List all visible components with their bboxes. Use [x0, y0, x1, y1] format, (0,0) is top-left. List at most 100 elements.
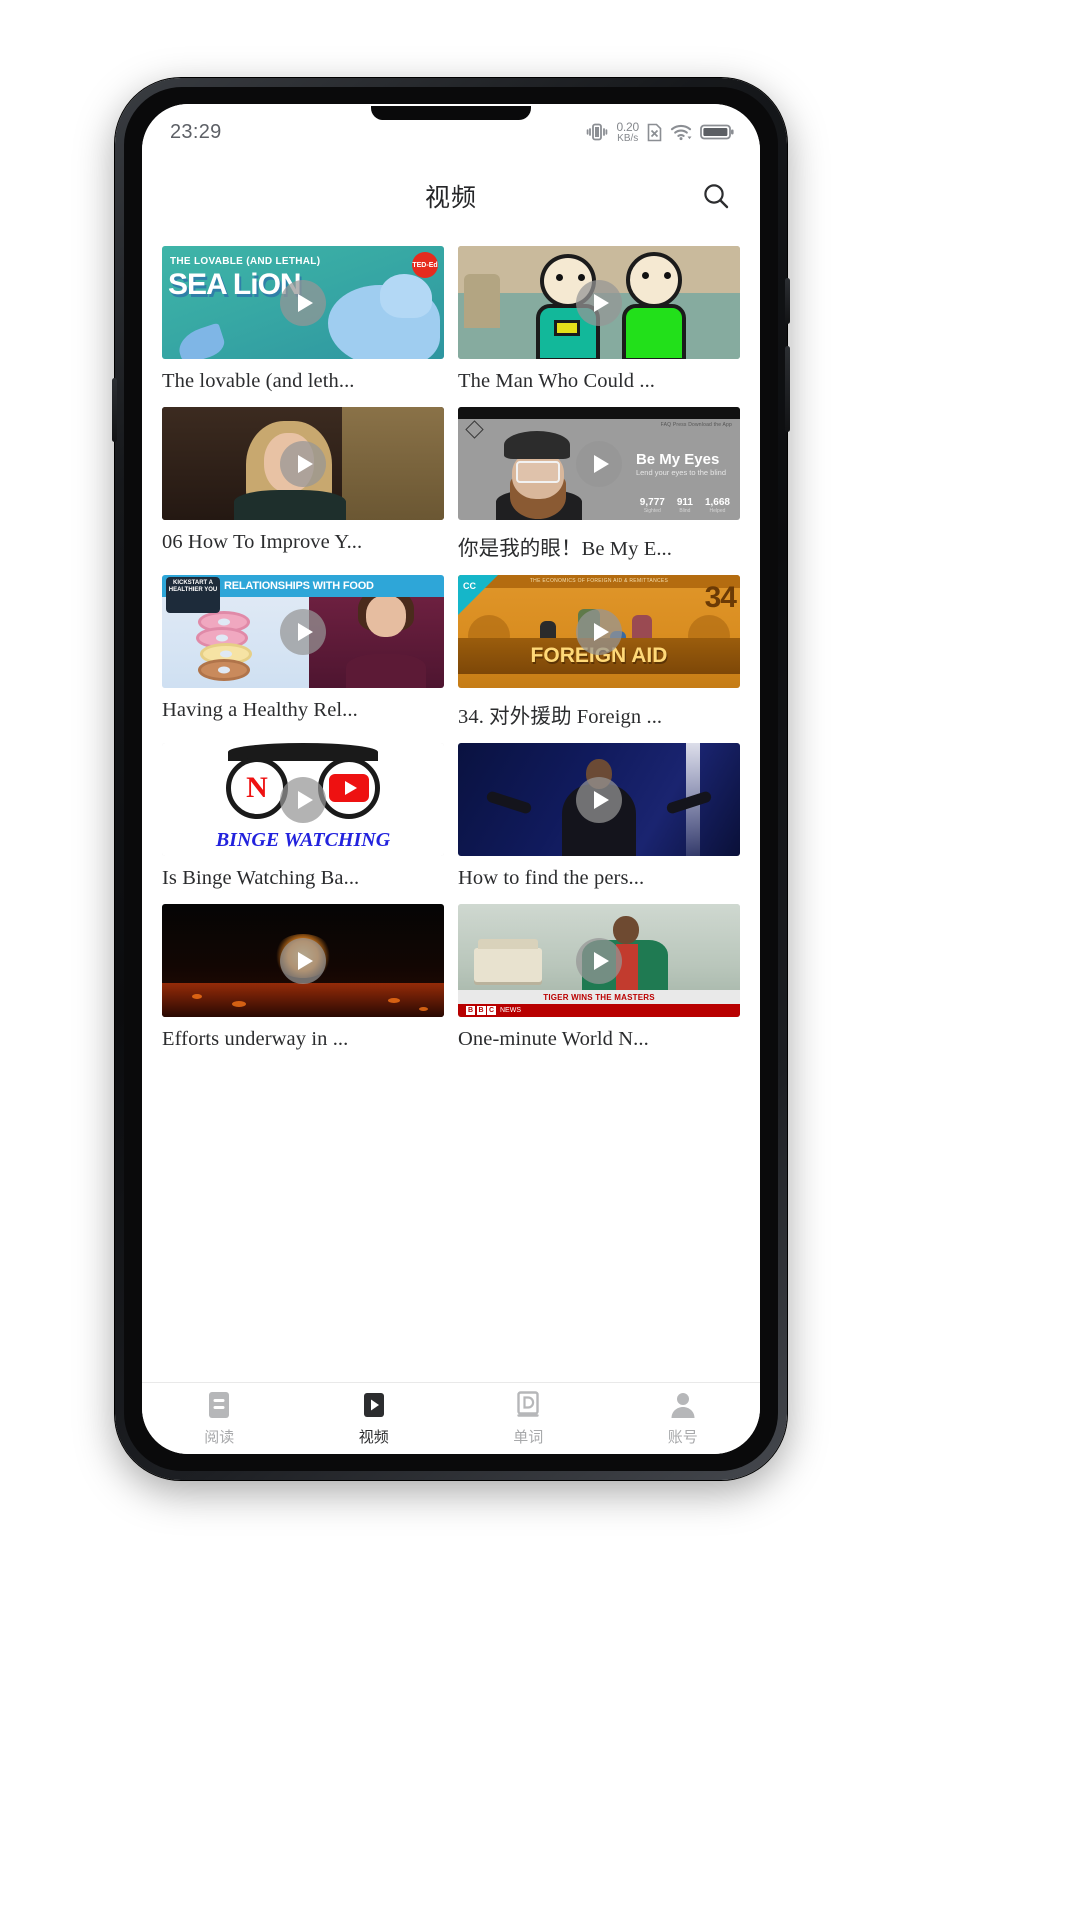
video-card[interactable]: TIGER WINS THE MASTERS BBC NEWS One-minu…	[458, 890, 740, 1051]
sim-card-off-icon	[647, 123, 662, 142]
video-thumbnail[interactable]: FAQ Press Download the App Be My Eyes Le…	[458, 407, 740, 520]
video-card[interactable]: RELATIONSHIPS WITH FOOD KICKSTART A HEAL…	[162, 561, 444, 729]
phone-screen: 23:29 0.20 KB/s 视频 THE LOVABLE (AND LETH…	[142, 104, 760, 1454]
nav-label: 视频	[358, 1429, 389, 1446]
thumb-tagline: Lend your eyes to the blind	[635, 468, 726, 477]
video-title: Efforts underway in ...	[162, 1028, 349, 1050]
play-icon[interactable]	[280, 608, 326, 655]
thumb-episode-number: 34	[704, 581, 737, 614]
video-card[interactable]: 06 How To Improve Y...	[162, 393, 444, 561]
thumb-letter: N	[246, 771, 268, 804]
video-card[interactable]: The Man Who Could ...	[458, 232, 740, 393]
video-thumbnail[interactable]	[162, 407, 444, 520]
vibrate-icon	[586, 122, 608, 142]
ted-badge: TED-Ed	[412, 252, 438, 278]
stat-label: Blind	[679, 508, 691, 514]
video-title: 34. 对外援助 Foreign ...	[458, 706, 663, 728]
network-label: NEWS	[500, 1007, 521, 1014]
play-icon[interactable]	[280, 937, 326, 984]
play-icon[interactable]	[280, 279, 326, 326]
status-clock: 23:29	[170, 120, 222, 143]
stat-number: 1,668	[704, 497, 730, 508]
search-button[interactable]	[694, 174, 738, 218]
side-button-left[interactable]	[112, 378, 117, 442]
dictionary-icon	[514, 1390, 542, 1420]
video-thumbnail[interactable]: THE ECONOMICS OF FOREIGN AID & REMITTANC…	[458, 575, 740, 688]
video-grid-scroll[interactable]: THE LOVABLE (AND LETHAL) SEA LiON TED-Ed…	[142, 232, 760, 1382]
play-icon[interactable]	[280, 776, 326, 823]
video-thumbnail[interactable]: TIGER WINS THE MASTERS BBC NEWS	[458, 904, 740, 1017]
video-title: 06 How To Improve Y...	[162, 531, 363, 553]
site-logo-icon	[465, 420, 484, 439]
volume-button[interactable]	[785, 346, 790, 432]
network-speed-unit: KB/s	[617, 132, 639, 144]
video-title: One-minute World N...	[458, 1028, 649, 1050]
video-card[interactable]: THE ECONOMICS OF FOREIGN AID & REMITTANC…	[458, 561, 740, 729]
network-speed: 0.20 KB/s	[616, 121, 639, 144]
account-person-icon	[669, 1390, 697, 1420]
video-card[interactable]: N BINGE WATCHING Is Binge Watching Ba...	[162, 729, 444, 890]
nav-label: 单词	[513, 1429, 544, 1446]
video-thumbnail[interactable]	[458, 743, 740, 856]
battery-icon	[700, 123, 734, 141]
stat-label: Sighted	[643, 508, 661, 514]
video-card[interactable]: THE LOVABLE (AND LETHAL) SEA LiON TED-Ed…	[162, 232, 444, 393]
reading-icon	[205, 1390, 233, 1420]
cc-label: CC	[463, 581, 476, 591]
page-title: 视频	[424, 184, 477, 212]
search-icon	[704, 184, 729, 209]
play-icon[interactable]	[576, 776, 622, 823]
video-card[interactable]: FAQ Press Download the App Be My Eyes Le…	[458, 393, 740, 561]
thumb-badge: KICKSTART A HEALTHIER YOU	[166, 577, 220, 613]
stat-label: Helped	[709, 508, 726, 514]
nav-item-video[interactable]: 视频	[297, 1390, 452, 1447]
video-card[interactable]: How to find the pers...	[458, 729, 740, 890]
bbc-logo-icon: BBC	[466, 1006, 496, 1015]
video-thumbnail[interactable]	[162, 904, 444, 1017]
network-speed-value: 0.20	[616, 119, 639, 134]
thumb-header: THE ECONOMICS OF FOREIGN AID & REMITTANC…	[458, 575, 740, 588]
thumb-headline: TIGER WINS THE MASTERS	[543, 992, 655, 1002]
video-title: 你是我的眼！Be My E...	[458, 538, 672, 560]
stat-number: 9,777	[639, 497, 665, 508]
video-play-icon	[360, 1390, 388, 1420]
youtube-play-icon	[329, 774, 369, 802]
video-grid: THE LOVABLE (AND LETHAL) SEA LiON TED-Ed…	[162, 232, 740, 1051]
app-header: 视频	[142, 160, 760, 232]
video-thumbnail[interactable]: N BINGE WATCHING	[162, 743, 444, 856]
status-icons: 0.20 KB/s	[586, 121, 734, 144]
power-button[interactable]	[785, 278, 790, 324]
thumb-overlay-line1: THE LOVABLE (AND LETHAL)	[170, 256, 321, 267]
stat-number: 911	[676, 497, 693, 508]
video-thumbnail[interactable]: THE LOVABLE (AND LETHAL) SEA LiON TED-Ed	[162, 246, 444, 359]
video-thumbnail[interactable]	[458, 246, 740, 359]
thumb-nav-links: FAQ Press Download the App	[660, 422, 732, 428]
thumb-brand: Be My Eyes	[635, 451, 720, 468]
video-title: How to find the pers...	[458, 867, 645, 889]
cc-badge: CC	[458, 575, 498, 615]
nav-item-account[interactable]: 账号	[606, 1390, 761, 1447]
play-icon[interactable]	[576, 608, 622, 655]
nav-label: 阅读	[204, 1429, 235, 1446]
wifi-icon	[670, 123, 692, 141]
video-title: The lovable (and leth...	[162, 370, 355, 392]
play-icon[interactable]	[576, 440, 622, 487]
notch	[371, 106, 531, 120]
play-icon[interactable]	[280, 440, 326, 487]
video-thumbnail[interactable]: RELATIONSHIPS WITH FOOD KICKSTART A HEAL…	[162, 575, 444, 688]
nav-label: 账号	[667, 1429, 698, 1446]
phone-frame: 23:29 0.20 KB/s 视频 THE LOVABLE (AND LETH…	[112, 78, 790, 1480]
thumb-stats: 9,777 Sighted 911 Blind 1,668 Helped	[640, 497, 730, 514]
phone-bezel: 23:29 0.20 KB/s 视频 THE LOVABLE (AND LETH…	[124, 87, 778, 1471]
nav-item-words[interactable]: 单词	[451, 1390, 606, 1447]
bottom-navigation: 阅读 视频 单词 账号	[142, 1382, 760, 1454]
thumb-caption: BINGE WATCHING	[215, 829, 391, 851]
video-title: Having a Healthy Rel...	[162, 699, 358, 721]
play-icon[interactable]	[576, 279, 622, 326]
screenshot-root: 23:29 0.20 KB/s 视频 THE LOVABLE (AND LETH…	[0, 0, 1080, 1920]
video-card[interactable]: Efforts underway in ...	[162, 890, 444, 1051]
nav-item-reading[interactable]: 阅读	[142, 1390, 297, 1447]
play-icon[interactable]	[576, 937, 622, 984]
video-title: Is Binge Watching Ba...	[162, 867, 360, 889]
thumb-banner: RELATIONSHIPS WITH FOOD	[224, 580, 374, 592]
